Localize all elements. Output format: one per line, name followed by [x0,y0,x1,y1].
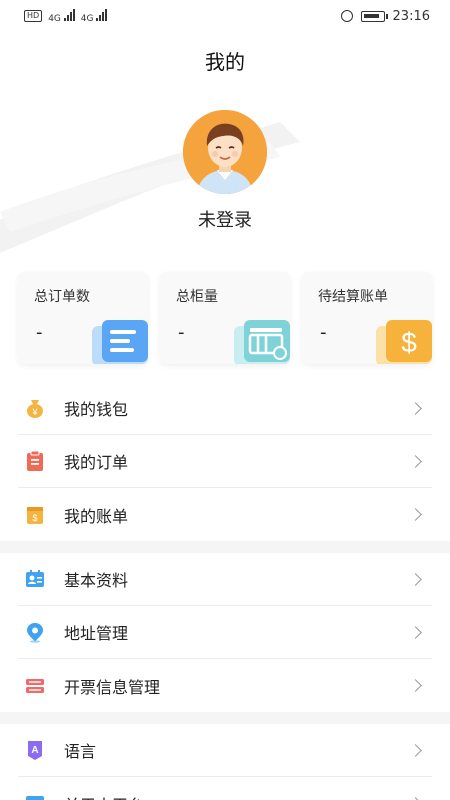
alarm-icon [340,10,353,22]
avatar[interactable] [183,110,267,194]
location-pin-icon [24,621,46,643]
page-title: 我的 [205,50,245,74]
stat-label: 待结算账单 [318,289,388,305]
profile-header: 我的 未登录 [0,32,450,264]
chevron-right-icon [409,454,422,468]
menu-item-invoice[interactable]: 开票信息管理 [18,659,432,712]
chevron-right-icon [409,572,422,586]
invoice-icon [24,675,46,697]
order-clipboard-icon [24,450,46,472]
chevron-right-icon [409,401,422,415]
menu-group-profile: 基本资料 地址管理 开票信息管理 [0,553,450,712]
stat-value: - [36,322,43,343]
menu-item-language[interactable]: A 语言 [18,724,432,777]
dollar-icon: $ [376,320,432,364]
language-icon: A [24,739,46,761]
status-left: HD 4G 4G [24,8,108,24]
network-2: 4G [81,8,108,24]
svg-text:$: $ [32,513,37,523]
menu-item-bills[interactable]: $ 我的账单 [18,488,432,541]
menu-group-settings: A 语言 关于本平台 [0,724,450,800]
chevron-right-icon [409,743,422,757]
menu-label: 我的账单 [64,506,129,526]
section-divider [0,712,450,724]
bill-icon: $ [24,504,46,526]
menu-item-about[interactable]: 关于本平台 [18,777,432,800]
menu-item-address[interactable]: 地址管理 [18,606,432,659]
menu-label: 基本资料 [64,571,129,590]
stat-card-containers[interactable]: 总柜量 - [160,272,290,364]
network-1: 4G [48,8,75,24]
stat-value: - [320,322,327,343]
clock: 23:16 [392,8,430,24]
menu-label: 地址管理 [64,624,129,643]
section-divider [0,541,450,553]
stat-label: 总订单数 [34,289,90,305]
chevron-right-icon [409,679,422,692]
about-icon [24,793,46,800]
chevron-right-icon [409,508,422,521]
container-icon [234,320,290,364]
menu-label: 我的订单 [64,453,129,472]
menu-item-orders[interactable]: 我的订单 [18,435,432,488]
wallet-icon: ¥ [24,397,46,419]
chevron-right-icon [409,625,422,639]
stat-label: 总柜量 [176,289,218,305]
signal-icon [96,8,108,21]
signal-icon [63,8,75,21]
hd-badge: HD [24,10,43,22]
menu-item-basic-info[interactable]: 基本资料 [18,553,432,606]
menu-label: 开票信息管理 [64,677,161,697]
stat-card-pending-bills[interactable]: 待结算账单 - $ [302,272,432,364]
order-doc-icon [92,320,148,364]
battery-icon [360,10,388,22]
menu-group-account: ¥ 我的钱包 我的订单 $ 我的账单 [0,382,450,541]
status-bar: HD 4G 4G 23:16 [0,0,450,32]
menu-label: 我的钱包 [64,400,129,419]
stat-card-orders[interactable]: 总订单数 - [18,272,148,364]
svg-text:¥: ¥ [31,407,38,417]
login-status[interactable]: 未登录 [0,206,450,232]
user-avatar-icon [183,110,267,194]
status-right: 23:16 [340,8,430,24]
menu-item-wallet[interactable]: ¥ 我的钱包 [18,382,432,435]
svg-text:$: $ [401,327,417,358]
svg-text:A: A [31,745,38,756]
menu-label: 语言 [64,742,97,761]
stats-row: 总订单数 - 总柜量 - 待结算账单 - $ [0,272,450,364]
stat-value: - [178,322,185,343]
profile-card-icon [24,568,46,590]
menu-label: 关于本平台 [64,792,411,800]
